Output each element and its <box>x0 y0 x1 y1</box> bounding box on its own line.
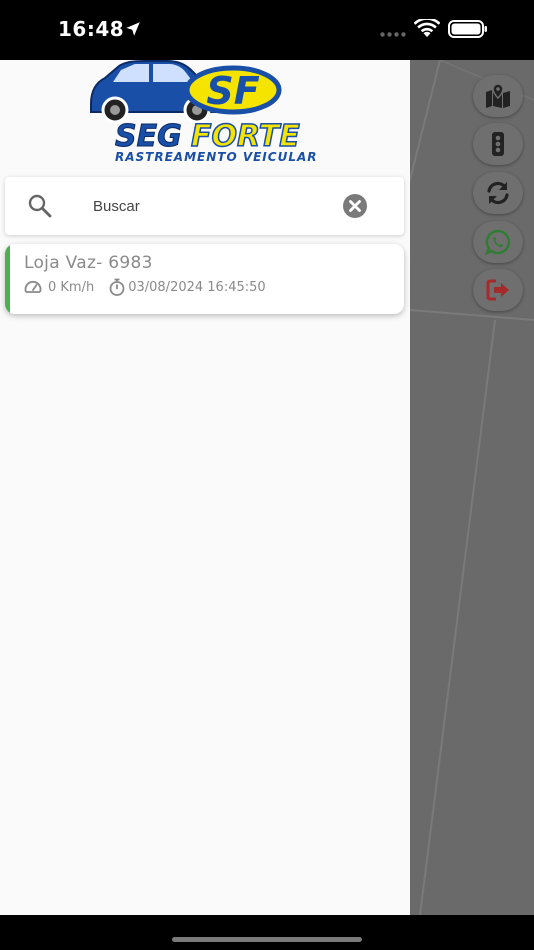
whatsapp-button[interactable] <box>473 221 523 263</box>
logo-name-part2: FORTE <box>191 119 300 154</box>
home-indicator-area <box>0 915 534 950</box>
vehicle-timestamp: 03/08/2024 16:45:50 <box>128 279 266 295</box>
whatsapp-icon <box>485 229 511 255</box>
traffic-light-button[interactable] <box>473 123 523 165</box>
search-icon <box>28 194 52 218</box>
wifi-icon <box>414 19 440 37</box>
logout-icon <box>486 279 509 301</box>
logo-name-part1: SEG <box>115 119 182 154</box>
location-arrow-icon <box>126 22 140 36</box>
side-drawer: SF SEG FORTE RASTREAMENTO VEICULAR Loja … <box>0 60 410 915</box>
traffic-light-icon <box>492 132 504 156</box>
logout-button[interactable] <box>473 269 523 311</box>
cellular-dots-icon <box>380 32 406 37</box>
battery-icon <box>448 20 487 38</box>
speedometer-icon <box>24 280 42 293</box>
map-marked-icon <box>486 83 510 108</box>
search-input[interactable] <box>93 191 323 221</box>
vehicle-list-item[interactable]: Loja Vaz- 6983 0 Km/h 03/08/2024 16:45:5… <box>5 244 404 314</box>
vehicle-meta: 0 Km/h 03/08/2024 16:45:50 <box>24 278 266 296</box>
logo-tagline: RASTREAMENTO VEICULAR <box>115 150 318 164</box>
map-button[interactable] <box>473 75 523 117</box>
search-bar <box>5 177 404 235</box>
logo-monogram: SF <box>206 69 259 113</box>
vehicle-name: Loja Vaz- 6983 <box>24 253 153 273</box>
home-indicator[interactable] <box>172 937 362 942</box>
vehicle-status-bar <box>5 244 10 314</box>
status-bar: 16:48 <box>0 0 534 60</box>
refresh-icon <box>487 181 509 205</box>
vehicle-speed: 0 Km/h <box>48 279 95 295</box>
status-time: 16:48 <box>58 17 125 41</box>
segforte-logo: SF SEG FORTE RASTREAMENTO VEICULAR <box>90 60 318 164</box>
refresh-button[interactable] <box>473 172 523 214</box>
clear-search-icon[interactable] <box>342 193 368 219</box>
stopwatch-icon <box>109 278 125 296</box>
